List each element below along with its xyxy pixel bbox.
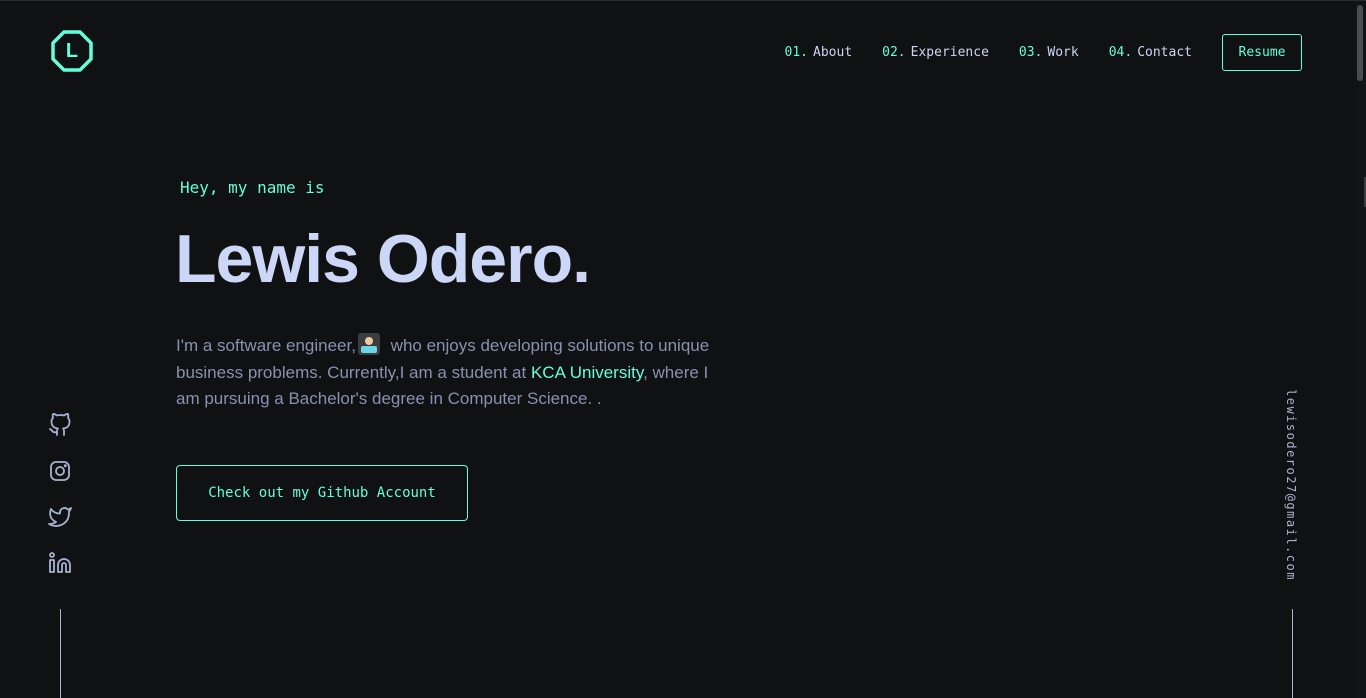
scrollbar-thumb[interactable] [1357, 5, 1363, 81]
nav-number: 04. [1108, 44, 1133, 60]
nav-number: 02. [882, 44, 906, 60]
nav-number: 01. [784, 44, 809, 60]
technologist-emoji-icon [357, 333, 380, 355]
logo[interactable]: L [50, 29, 94, 73]
nav-item-contact[interactable]: 04. Contact [1109, 45, 1192, 60]
left-divider-line [60, 609, 61, 698]
nav-item-about[interactable]: 01. About [785, 45, 853, 60]
university-link[interactable]: KCA University [531, 363, 643, 382]
right-divider-line [1292, 609, 1293, 698]
social-sidebar [48, 413, 72, 597]
scrollbar[interactable] [1354, 1, 1366, 698]
hero-greeting: Hey, my name is [180, 178, 325, 197]
nav-label: About [813, 44, 853, 60]
logo-letter: L [65, 40, 79, 62]
resume-button[interactable]: Resume [1222, 33, 1302, 71]
github-cta-button[interactable]: Check out my Github Account [176, 465, 468, 521]
twitter-icon[interactable] [48, 505, 72, 529]
github-icon[interactable] [48, 413, 72, 437]
nav-item-work[interactable]: 03. Work [1019, 45, 1079, 60]
intro-text-1: I'm a software engineer, [176, 336, 356, 355]
linkedin-icon[interactable] [48, 551, 72, 575]
main-nav: 01. About 02. Experience 03. Work 04. Contac… [785, 33, 1302, 71]
nav-number: 03. [1018, 44, 1043, 60]
nav-label: Contact [1137, 44, 1192, 60]
instagram-icon[interactable] [48, 459, 72, 483]
page: L 01. About 02. Experience 03. Work 04. Cont… [0, 0, 1366, 698]
nav-label: Work [1047, 44, 1079, 60]
email-link[interactable]: lewisodero27@gmail.com [1284, 389, 1298, 581]
nav-label: Experience [910, 44, 989, 60]
nav-item-experience[interactable]: 02. Experience [882, 45, 989, 60]
hero-intro: I'm a software engineer, who enjoys deve… [176, 333, 736, 413]
hero-name: Lewis Odero. [175, 221, 591, 297]
